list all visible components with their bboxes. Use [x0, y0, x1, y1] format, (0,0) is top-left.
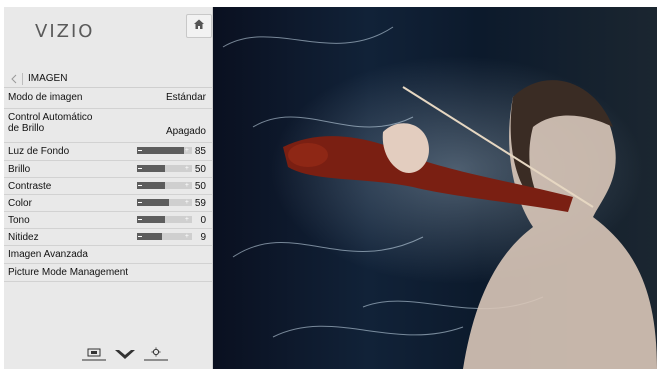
plus-icon: +	[184, 182, 189, 189]
slider-sharpness[interactable]: +	[137, 233, 192, 240]
slider-brightness[interactable]: +	[137, 165, 192, 172]
menu-row-color[interactable]: Color + 59	[4, 195, 212, 212]
home-icon	[193, 17, 205, 35]
minus-icon	[138, 185, 142, 186]
home-button[interactable]	[186, 14, 212, 38]
menu-row-label: Nitidez	[8, 232, 39, 243]
bottom-icon-bar	[82, 347, 172, 363]
menu-row-label: Color	[8, 198, 32, 209]
breadcrumb: IMAGEN	[4, 71, 212, 88]
minus-icon	[138, 202, 142, 203]
menu-row-tint[interactable]: Tono + 0	[4, 212, 212, 229]
menu-row-label: Picture Mode Management	[8, 267, 129, 278]
plus-icon: +	[184, 165, 189, 172]
video-preview	[213, 7, 657, 369]
menu-row-backlight[interactable]: Luz de Fondo + 85	[4, 143, 212, 161]
picture-settings-menu: VIZIO IMAGEN Modo de imagen Estándar Con…	[4, 7, 213, 369]
tv-screen: VIZIO IMAGEN Modo de imagen Estándar Con…	[0, 0, 657, 370]
menu-row-value: 50	[194, 181, 206, 192]
violinist-image	[222, 26, 657, 369]
menu-row-picture-mode-management[interactable]: Picture Mode Management	[4, 264, 212, 282]
back-arrow-icon	[10, 74, 18, 87]
menu-row-sharpness[interactable]: Nitidez + 9	[4, 229, 212, 246]
plus-icon: +	[184, 216, 189, 223]
menu-row-value: 9	[200, 232, 206, 243]
plus-icon: +	[184, 199, 189, 206]
menu-row-picture-mode[interactable]: Modo de imagen Estándar	[4, 88, 212, 109]
settings-gear-icon[interactable]	[144, 347, 168, 361]
plus-icon: +	[184, 147, 189, 154]
menu-row-brightness[interactable]: Brillo + 50	[4, 161, 212, 178]
menu-row-value: 59	[194, 198, 206, 209]
minus-icon	[138, 168, 142, 169]
menu-row-auto-brightness[interactable]: Control Automático de Brillo Apagado	[4, 109, 212, 143]
menu-row-label: Modo de imagen	[8, 92, 83, 103]
slider-color[interactable]: +	[137, 199, 192, 206]
slider-fill	[137, 147, 184, 154]
back-button[interactable]	[10, 73, 23, 85]
menu-row-label: Imagen Avanzada	[8, 249, 88, 260]
menu-row-label: Contraste	[8, 181, 52, 192]
plus-icon: +	[184, 233, 189, 240]
slider-tint[interactable]: +	[137, 216, 192, 223]
menu-row-label: Tono	[8, 215, 30, 226]
input-icon[interactable]	[82, 347, 106, 361]
menu-row-value: Apagado	[165, 126, 206, 137]
menu-row-value: 0	[200, 215, 206, 226]
menu-row-label: Control Automático de Brillo	[8, 112, 93, 134]
menu-row-contrast[interactable]: Contraste + 50	[4, 178, 212, 195]
slider-contrast[interactable]: +	[137, 182, 192, 189]
menu-row-value: 50	[194, 164, 206, 175]
vizio-v-icon[interactable]	[114, 347, 136, 361]
vizio-logo: VIZIO	[35, 21, 95, 42]
minus-icon	[138, 150, 142, 151]
menu-row-label: Luz de Fondo	[8, 146, 70, 157]
menu-row-label: Brillo	[8, 164, 31, 175]
breadcrumb-label: IMAGEN	[28, 73, 68, 84]
menu-row-value: 85	[194, 146, 206, 157]
menu-row-advanced-picture[interactable]: Imagen Avanzada	[4, 246, 212, 264]
minus-icon	[138, 219, 142, 220]
menu-row-value: Estándar	[165, 92, 206, 103]
minus-icon	[138, 236, 142, 237]
slider-backlight[interactable]: +	[137, 147, 192, 154]
